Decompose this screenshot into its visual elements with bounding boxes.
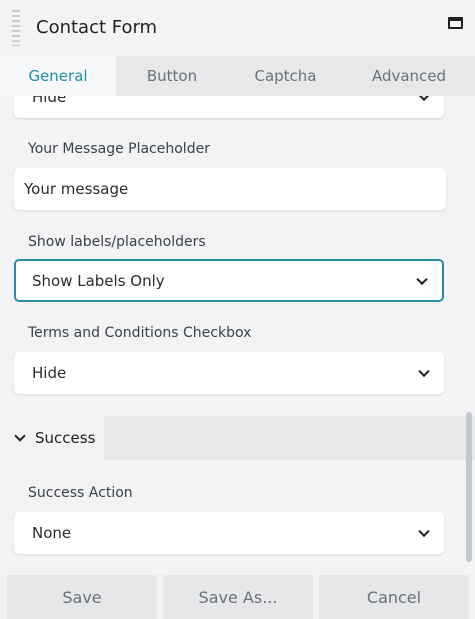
tab-captcha[interactable]: Captcha — [228, 56, 343, 96]
tab-bar: General Button Captcha Advanced — [0, 56, 475, 96]
terms-checkbox-select[interactable]: Hide — [14, 352, 444, 394]
panel-header: Contact Form — [0, 0, 475, 56]
success-action-label: Success Action — [28, 485, 133, 501]
chevron-down-icon — [416, 273, 428, 285]
save-as-button[interactable]: Save As... — [163, 575, 313, 619]
message-placeholder-input[interactable]: Your message — [14, 168, 446, 210]
scrollbar-thumb[interactable] — [466, 412, 472, 562]
success-section-tab[interactable]: Success — [0, 416, 104, 460]
show-labels-select[interactable]: Show Labels Only — [14, 259, 444, 302]
footer-actions: Save Save As... Cancel — [0, 564, 475, 619]
top-partial-select-value: Hide — [32, 96, 67, 106]
drag-handle-icon[interactable] — [12, 10, 20, 46]
chevron-down-icon — [418, 365, 430, 378]
terms-checkbox-value: Hide — [32, 364, 67, 382]
success-section-title: Success — [35, 429, 96, 447]
settings-panel[interactable]: Hide Your Message Placeholder Your messa… — [0, 96, 475, 564]
tab-general[interactable]: General — [0, 56, 116, 96]
chevron-down-icon — [418, 525, 430, 538]
message-placeholder-value: Your message — [24, 180, 129, 198]
panel-title: Contact Form — [36, 17, 158, 38]
tab-button[interactable]: Button — [116, 56, 228, 96]
chevron-down-icon — [418, 96, 430, 102]
chevron-down-icon — [14, 430, 26, 442]
save-button[interactable]: Save — [7, 575, 157, 619]
success-section-header[interactable]: Success — [0, 416, 475, 460]
message-placeholder-label: Your Message Placeholder — [28, 141, 210, 157]
maximize-icon[interactable] — [448, 17, 463, 29]
tab-advanced[interactable]: Advanced — [343, 56, 475, 96]
success-action-select[interactable]: None — [14, 512, 444, 554]
cancel-button[interactable]: Cancel — [319, 575, 469, 619]
show-labels-label: Show labels/placeholders — [28, 234, 206, 250]
success-action-value: None — [32, 524, 72, 542]
top-partial-select[interactable]: Hide — [14, 96, 444, 118]
terms-checkbox-label: Terms and Conditions Checkbox — [28, 325, 252, 341]
show-labels-value: Show Labels Only — [32, 271, 165, 290]
